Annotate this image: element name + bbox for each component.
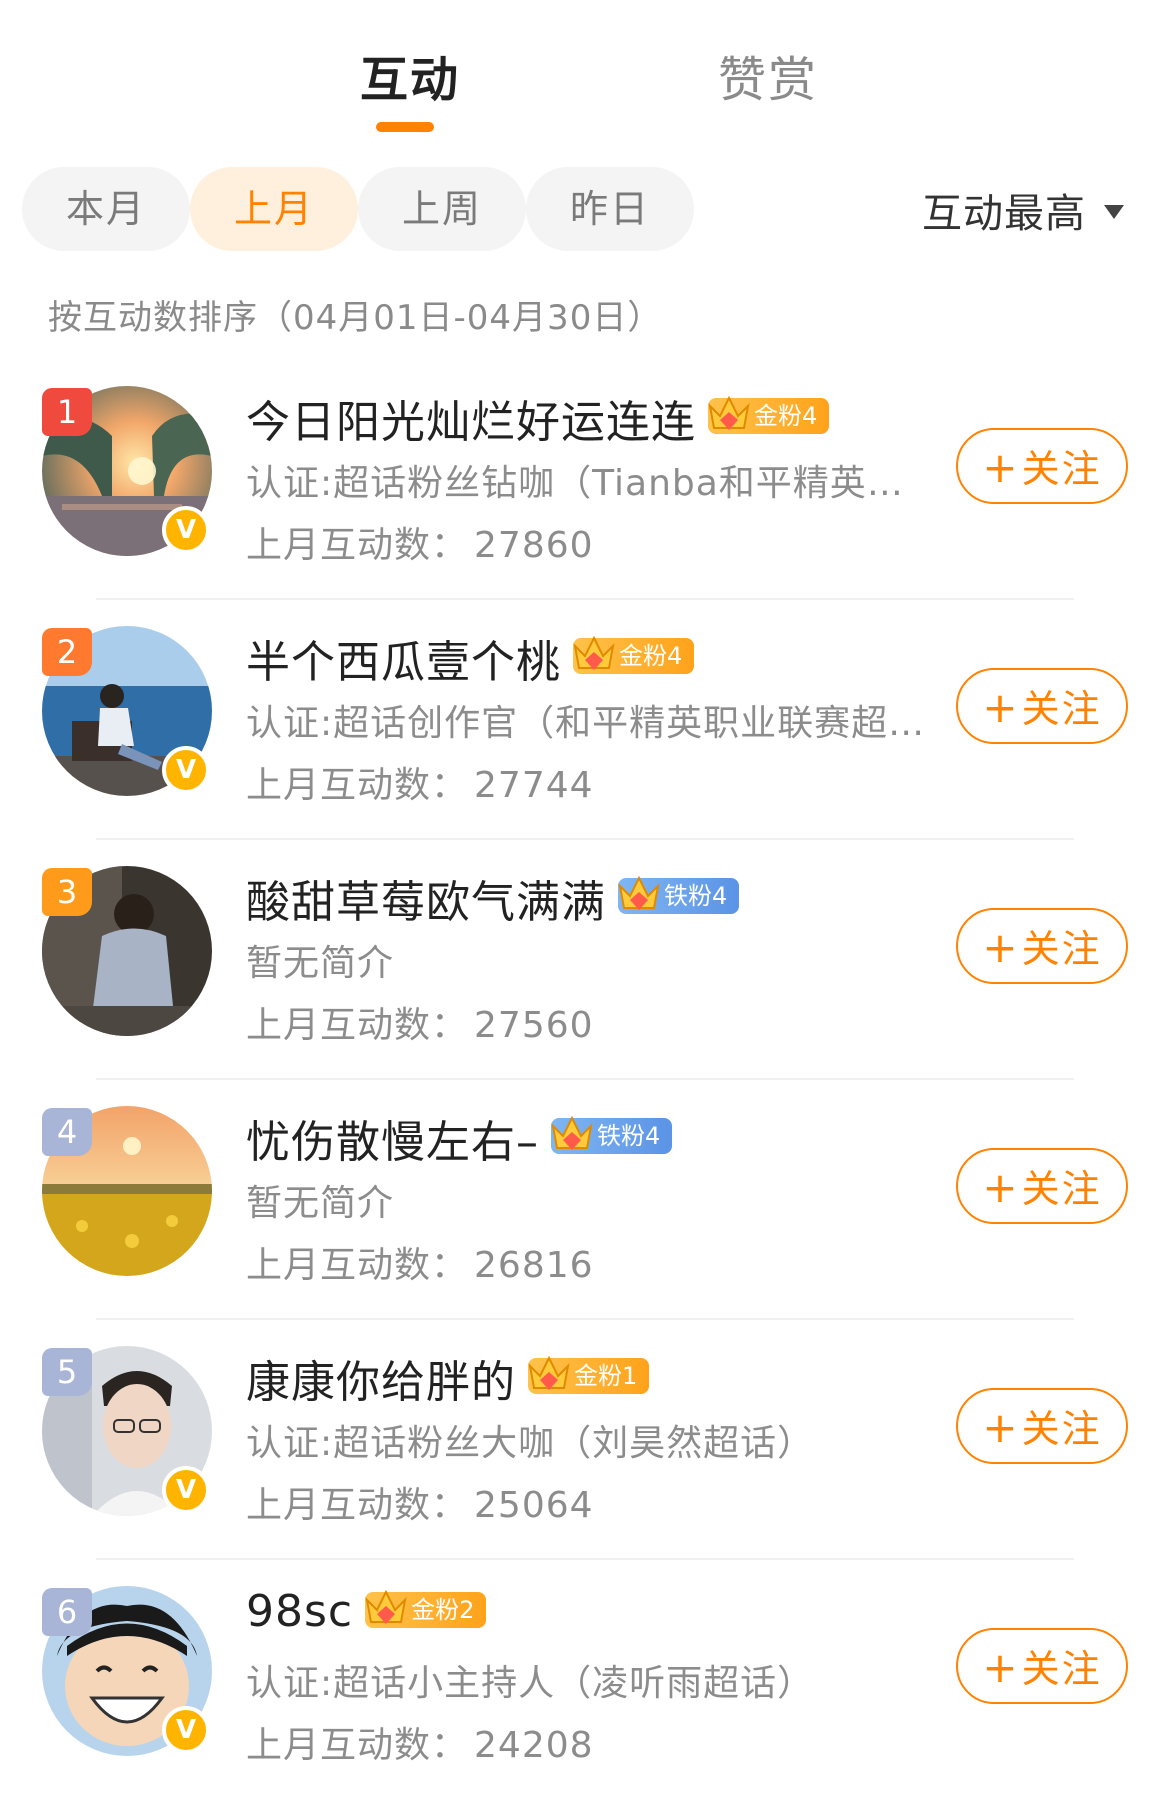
avatar[interactable]: 6 V (42, 1586, 212, 1756)
user-description: 暂无简介 (246, 1183, 395, 1224)
filter-yesterday[interactable]: 昨日 (526, 167, 694, 251)
follow-button[interactable]: +关注 (956, 908, 1128, 984)
interaction-count: 上月互动数： 27744 (246, 765, 594, 806)
crown-icon (708, 395, 750, 430)
interaction-count: 上月互动数： 26816 (246, 1245, 594, 1286)
period-filter-row: 本月 上月 上周 昨日 互动最高 (0, 167, 1170, 251)
avatar[interactable]: 5 V (42, 1346, 212, 1516)
user-description: 暂无简介 (246, 943, 395, 984)
rank-badge: 3 (42, 868, 92, 916)
avatar[interactable]: 3 (42, 866, 212, 1036)
follow-button[interactable]: +关注 (956, 1148, 1128, 1224)
list-item[interactable]: 4 忧伤散慢左右– 铁粉4 暂无简介 上月互动数： 26816 +关注 (0, 1080, 1170, 1320)
sort-description: 按互动数排序（04月01日-04月30日） (48, 298, 663, 338)
plus-icon: + (982, 1163, 1020, 1212)
interaction-count: 上月互动数： 27860 (246, 525, 594, 566)
list-item[interactable]: 1 V 今日阳光灿烂好运连连 金粉4 认证:超话粉丝钻咖（Tianba和平精英超话… (0, 360, 1170, 600)
sort-dropdown-label: 互动最高 (922, 191, 1086, 237)
user-name[interactable]: 酸甜草莓欧气满满 (246, 877, 606, 928)
avatar[interactable]: 2 V (42, 626, 212, 796)
fan-level-badge: 金粉1 (528, 1355, 650, 1394)
filter-this-month[interactable]: 本月 (22, 167, 190, 251)
follow-button[interactable]: +关注 (956, 1628, 1128, 1704)
rank-badge: 2 (42, 628, 92, 676)
user-description: 认证:超话创作官（和平精英职业联赛超话） (246, 703, 926, 744)
user-name[interactable]: 98sc (246, 1586, 353, 1637)
filter-last-month[interactable]: 上月 (190, 167, 358, 251)
list-item[interactable]: 5 V 康康你给胖的 金粉1 认证:超话粉丝大咖（刘昊然超话） 上月互动数： 250… (0, 1320, 1170, 1560)
fan-level-badge: 铁粉4 (551, 1115, 673, 1154)
interaction-count: 上月互动数： 27560 (246, 1005, 594, 1046)
active-tab-indicator (376, 122, 434, 132)
avatar[interactable]: 1 V (42, 386, 212, 556)
top-tabs: 互动 赞赏 (0, 0, 1170, 150)
list-item[interactable]: 3 酸甜草莓欧气满满 铁粉4 暂无简介 上月互动数： 27560 +关注 (0, 840, 1170, 1080)
rank-badge: 4 (42, 1108, 92, 1156)
interaction-count: 上月互动数： 24208 (246, 1725, 594, 1766)
crown-icon (528, 1355, 570, 1390)
follow-button[interactable]: +关注 (956, 428, 1128, 504)
verified-v-icon: V (162, 1466, 210, 1514)
follow-button[interactable]: +关注 (956, 1388, 1128, 1464)
verified-v-icon: V (162, 746, 210, 794)
user-description: 认证:超话粉丝大咖（刘昊然超话） (246, 1423, 815, 1464)
user-name[interactable]: 半个西瓜壹个桃 (246, 637, 561, 688)
rank-badge: 5 (42, 1348, 92, 1396)
user-name[interactable]: 今日阳光灿烂好运连连 (246, 397, 696, 448)
crown-icon (551, 1115, 593, 1150)
plus-icon: + (982, 443, 1020, 492)
avatar[interactable]: 4 (42, 1106, 212, 1276)
plus-icon: + (982, 1403, 1020, 1452)
fan-level-badge: 铁粉4 (618, 875, 740, 914)
caret-down-icon (1104, 205, 1124, 219)
user-name[interactable]: 康康你给胖的 (246, 1357, 516, 1408)
filter-last-week[interactable]: 上周 (358, 167, 526, 251)
fan-level-badge: 金粉4 (573, 635, 695, 674)
rank-badge: 1 (42, 388, 92, 436)
user-name[interactable]: 忧伤散慢左右– (246, 1117, 539, 1168)
tab-interaction[interactable]: 互动 (360, 40, 460, 110)
crown-icon (618, 875, 660, 910)
list-item[interactable]: 2 V 半个西瓜壹个桃 金粉4 认证:超话创作官（和平精英职业联赛超话） 上月互动… (0, 600, 1170, 840)
fan-level-badge: 金粉4 (708, 395, 830, 434)
rank-badge: 6 (42, 1588, 92, 1636)
verified-v-icon: V (162, 1706, 210, 1754)
tab-reward[interactable]: 赞赏 (718, 40, 818, 110)
fan-level-badge: 金粉2 (365, 1589, 487, 1628)
crown-icon (573, 635, 615, 670)
user-description: 认证:超话粉丝钻咖（Tianba和平精英超话） (246, 463, 926, 504)
plus-icon: + (982, 923, 1020, 972)
ranking-list: 1 V 今日阳光灿烂好运连连 金粉4 认证:超话粉丝钻咖（Tianba和平精英超话… (0, 360, 1170, 1800)
interaction-count: 上月互动数： 25064 (246, 1485, 594, 1526)
crown-icon (365, 1589, 407, 1624)
follow-button[interactable]: +关注 (956, 668, 1128, 744)
plus-icon: + (982, 683, 1020, 732)
user-description: 认证:超话小主持人（凌听雨超话） (246, 1663, 815, 1704)
verified-v-icon: V (162, 506, 210, 554)
sort-dropdown[interactable]: 互动最高 (922, 181, 1124, 239)
plus-icon: + (982, 1643, 1020, 1692)
list-item[interactable]: 6 V 98sc 金粉2 认证:超话小主持人（凌听雨超话） 上月互动数： 24208… (0, 1560, 1170, 1800)
